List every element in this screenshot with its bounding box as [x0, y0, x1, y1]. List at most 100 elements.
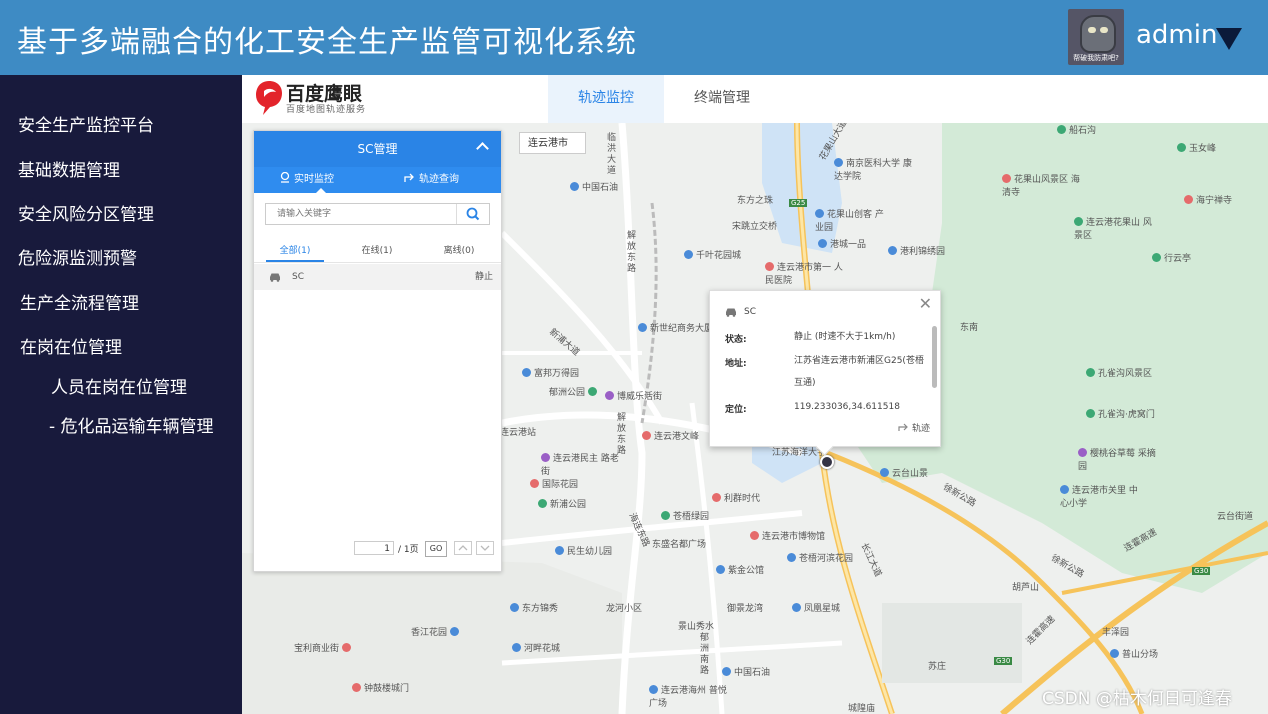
- map-poi: 河畔花城: [512, 641, 560, 654]
- collapse-chevron-icon[interactable]: [476, 142, 489, 155]
- map-poi: 港城一品: [818, 237, 866, 250]
- chevron-up-icon: [458, 545, 468, 551]
- sidebar-item-safety-monitor[interactable]: 安全生产监控平台: [18, 111, 154, 136]
- map-poi: 千叶花园城: [684, 248, 741, 261]
- popup-status-value: 静止 (时速不大于1km/h): [794, 332, 896, 342]
- sidebar: 安全生产监控平台 基础数据管理 安全风险分区管理 危险源监测预警 生产全流程管理…: [0, 75, 242, 714]
- road-label: 解放东路: [617, 413, 627, 456]
- map-poi: 紫金公馆: [716, 563, 764, 576]
- map-poi: 民生幼儿园: [555, 544, 612, 557]
- map-canvas[interactable]: 连云港市 船石沟 玉女峰 花果山风景区 海清寺 海宁禅寺 连云港花果山 风景区 …: [242, 123, 1268, 714]
- map-poi: 孔雀沟·虎窝门: [1086, 407, 1155, 420]
- page-total: / 1页: [398, 545, 419, 555]
- map-poi: 胡芦山: [1012, 583, 1040, 593]
- vehicle-name: SC: [292, 272, 304, 282]
- map-poi: 连云港民主 路老街: [541, 453, 619, 477]
- filter-online[interactable]: 在线(1): [348, 243, 406, 256]
- page-next-button[interactable]: [476, 541, 494, 555]
- map-poi: 孔雀沟风景区: [1086, 366, 1152, 379]
- map-poi: 连云港文峰: [642, 429, 699, 442]
- sidebar-item-risk-zone[interactable]: 安全风险分区管理: [18, 200, 154, 225]
- road-label: 临洪大道: [607, 133, 617, 176]
- map-poi: 景山秀水: [678, 622, 715, 632]
- map-poi: 新浦公园: [538, 497, 586, 510]
- city-selector[interactable]: 连云港市: [519, 132, 586, 154]
- close-icon[interactable]: ✕: [919, 296, 932, 312]
- vehicle-management-panel: SC管理 实时监控 轨迹查询 全部(1) 在线(1) 离线(0): [253, 130, 502, 572]
- vehicle-info-popup: SC ✕ 状态: 静止 (时速不大于1km/h) 地址: 江苏省连云港市新浦区G…: [709, 290, 941, 456]
- map-poi: 博威乐活街: [605, 389, 662, 402]
- watermark: CSDN @枯木何日可逢春: [1042, 689, 1232, 709]
- map-poi: 船石沟: [1057, 123, 1096, 136]
- highway-badge: G30: [1192, 567, 1211, 575]
- map-poi: 东方之珠: [737, 196, 774, 206]
- car-icon: [270, 273, 280, 282]
- avatar[interactable]: 帮破我防肃吧?: [1068, 9, 1124, 65]
- filter-all[interactable]: 全部(1): [266, 243, 324, 262]
- vehicle-status: 静止: [474, 272, 493, 282]
- map-poi: 利群时代: [712, 491, 760, 504]
- user-menu-caret-icon[interactable]: [1216, 28, 1242, 50]
- map-poi: 新世纪商务大厦: [638, 321, 713, 334]
- map-poi: 钟鼓楼城门: [352, 681, 409, 694]
- map-poi: 郁洲公园: [549, 385, 600, 398]
- map-poi: 海宁禅寺: [1184, 193, 1232, 206]
- map-poi: 苍梧绿园: [661, 509, 709, 522]
- map-poi: 南京医科大学 康达学院: [834, 158, 912, 182]
- search-icon: [466, 207, 480, 221]
- map-poi: 东方锦秀: [510, 601, 558, 614]
- sidebar-subitem-personnel[interactable]: 人员在岗在位管理: [51, 373, 187, 398]
- car-icon: [726, 308, 736, 317]
- map-poi: 凤凰星城: [792, 601, 840, 614]
- road-label: 解放东路: [627, 231, 637, 274]
- track-link[interactable]: 轨迹: [898, 421, 930, 434]
- popup-location-label: 定位:: [725, 405, 747, 415]
- location-pin-icon: [280, 171, 290, 183]
- map-poi: 东盛名都广场: [652, 540, 707, 550]
- chevron-down-icon: [480, 545, 490, 551]
- map-poi: 香江花园: [411, 625, 462, 638]
- sidebar-item-basic-data[interactable]: 基础数据管理: [18, 156, 120, 181]
- map-poi: 连云港市第一 人民医院: [765, 262, 843, 286]
- tab-terminal-management[interactable]: 终端管理: [664, 75, 780, 123]
- map-poi: 连云港花果山 风景区: [1074, 217, 1152, 241]
- map-poi: 花果山创客 产业园: [815, 209, 884, 233]
- tab-track-monitor[interactable]: 轨迹监控: [548, 75, 664, 125]
- tab-track-query[interactable]: 轨迹查询: [404, 167, 459, 193]
- sidebar-item-production-process[interactable]: 生产全流程管理: [20, 289, 139, 314]
- vehicle-row[interactable]: SC 静止: [254, 264, 501, 290]
- vehicle-marker-icon[interactable]: [820, 455, 834, 469]
- page-number-input[interactable]: 1: [354, 541, 394, 555]
- highway-badge: G25: [789, 199, 808, 207]
- sidebar-subitem-vehicles[interactable]: - 危化品运输车辆管理: [49, 412, 214, 437]
- route-icon: [898, 423, 908, 431]
- username[interactable]: admin: [1136, 20, 1217, 50]
- map-poi: 宝利商业街: [294, 641, 354, 654]
- panel-title: SC管理: [357, 142, 398, 156]
- page-go-button[interactable]: GO: [425, 541, 447, 557]
- map-poi: 宋跳立交桥: [732, 222, 778, 232]
- map-poi: 丰泽园: [1102, 628, 1130, 638]
- map-poi: 港利锦绣园: [888, 244, 945, 257]
- baidu-eagle-logo-icon: [256, 81, 282, 115]
- map-poi: 连云港市关里 中心小学: [1060, 485, 1138, 509]
- map-poi: 国际花园: [530, 477, 578, 490]
- sidebar-item-hazard-warning[interactable]: 危险源监测预警: [18, 244, 137, 269]
- logo-subtitle: 百度地图轨迹服务: [286, 105, 367, 115]
- filter-offline[interactable]: 离线(0): [430, 243, 488, 256]
- map-poi: 玉女峰: [1177, 141, 1216, 154]
- map-poi: 东南: [960, 323, 979, 333]
- map-poi: 城隍庙: [848, 704, 876, 714]
- popup-scrollbar[interactable]: [932, 326, 937, 388]
- popup-status-label: 状态:: [725, 335, 747, 345]
- sidebar-item-on-duty[interactable]: 在岗在位管理: [20, 333, 122, 358]
- map-poi: 云台街道: [1217, 512, 1254, 522]
- main-content: 百度鹰眼 百度地图轨迹服务 轨迹监控 终端管理 连云港市 船石沟 玉女峰 花果山…: [242, 75, 1268, 714]
- search-input[interactable]: [266, 204, 456, 224]
- map-poi: 普山分场: [1110, 647, 1158, 660]
- search-button[interactable]: [456, 204, 489, 224]
- map-poi: 中国石油: [570, 180, 618, 193]
- app-title: 基于多端融合的化工安全生产监管可视化系统: [17, 25, 637, 60]
- page-prev-button[interactable]: [454, 541, 472, 555]
- map-poi: 苍梧河滨花园: [787, 551, 853, 564]
